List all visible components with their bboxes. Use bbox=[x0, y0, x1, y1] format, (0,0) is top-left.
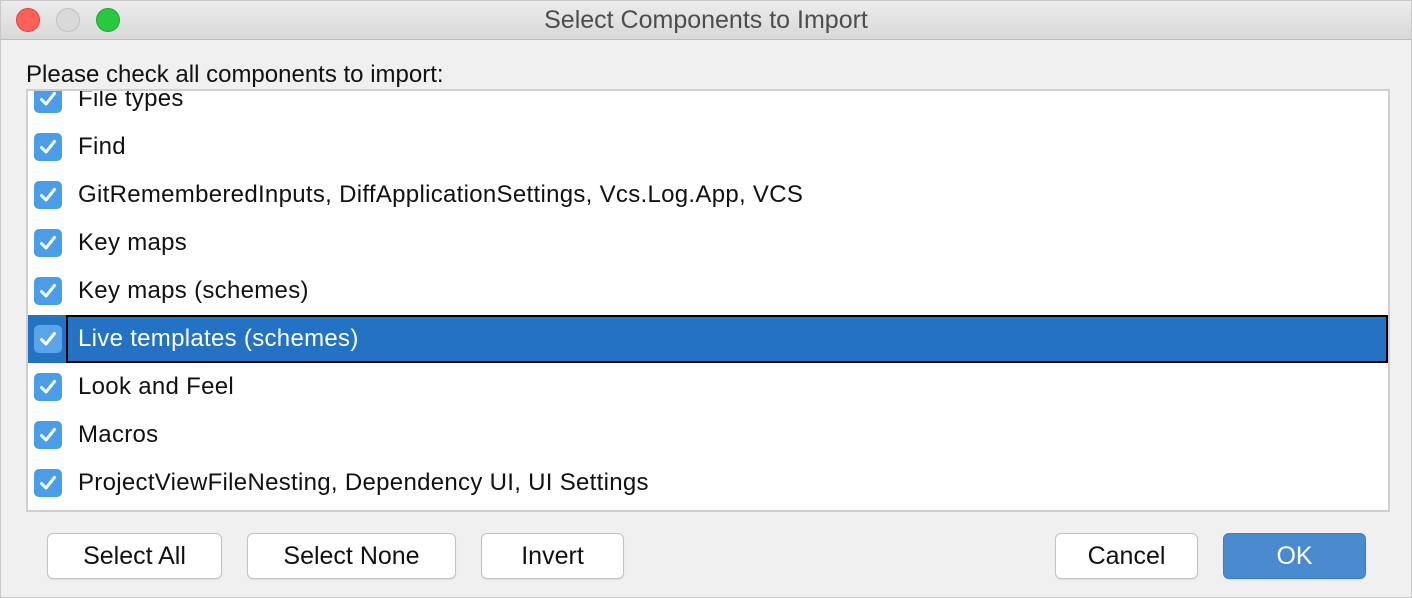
checkbox[interactable] bbox=[34, 373, 62, 401]
list-item-label-area: GitRememberedInputs, DiffApplicationSett… bbox=[66, 171, 1388, 219]
select-all-button[interactable]: Select All bbox=[47, 533, 222, 579]
list-item-label: Key maps bbox=[78, 229, 188, 256]
list-item[interactable]: ProjectViewFileNesting, Dependency UI, U… bbox=[28, 459, 1388, 507]
list-item-label-area: ProjectViewFileNesting, Dependency UI, U… bbox=[66, 459, 1388, 507]
list-item[interactable]: Live templates (schemes) bbox=[28, 315, 1388, 363]
list-item[interactable]: File types bbox=[28, 89, 1388, 123]
list-item-label: Key maps (schemes) bbox=[78, 277, 309, 304]
checkbox-cell bbox=[28, 267, 66, 315]
checkbox-cell bbox=[28, 411, 66, 459]
checkbox[interactable] bbox=[34, 469, 62, 497]
ok-button[interactable]: OK bbox=[1223, 533, 1366, 579]
checkbox-cell bbox=[28, 91, 66, 123]
list-item[interactable]: Find bbox=[28, 123, 1388, 171]
checkbox[interactable] bbox=[34, 325, 62, 353]
dialog-window: Select Components to Import Please check… bbox=[0, 0, 1412, 598]
list-item-label: Macros bbox=[78, 421, 159, 448]
window-title: Select Components to Import bbox=[544, 6, 868, 34]
checkmark-icon bbox=[40, 380, 56, 394]
checkbox-cell bbox=[28, 171, 66, 219]
checkmark-icon bbox=[40, 188, 56, 202]
checkbox[interactable] bbox=[34, 133, 62, 161]
checkbox-cell bbox=[28, 315, 66, 363]
checkmark-icon bbox=[40, 476, 56, 490]
checkmark-icon bbox=[40, 236, 56, 250]
checkmark-icon bbox=[40, 140, 56, 154]
list-item-label: GitRememberedInputs, DiffApplicationSett… bbox=[78, 181, 804, 208]
list-item[interactable]: Look and Feel bbox=[28, 363, 1388, 411]
list-item[interactable]: Key maps (schemes) bbox=[28, 267, 1388, 315]
list-item[interactable]: Macros bbox=[28, 411, 1388, 459]
list-item[interactable]: GitRememberedInputs, DiffApplicationSett… bbox=[28, 171, 1388, 219]
list-item-label-area: Live templates (schemes) bbox=[66, 315, 1388, 363]
checkmark-icon bbox=[40, 92, 56, 106]
checkbox-cell bbox=[28, 363, 66, 411]
list-item-label-area: Look and Feel bbox=[66, 363, 1388, 411]
list-item-label: Live templates (schemes) bbox=[78, 325, 359, 352]
list-item-label: Find bbox=[78, 133, 126, 160]
list-item-label: Look and Feel bbox=[78, 373, 235, 400]
checkmark-icon bbox=[40, 428, 56, 442]
list-item-label: File types bbox=[78, 89, 184, 112]
checkbox[interactable] bbox=[34, 229, 62, 257]
checkbox-cell bbox=[28, 123, 66, 171]
invert-button[interactable]: Invert bbox=[481, 533, 624, 579]
checkbox-cell bbox=[28, 459, 66, 507]
checkbox[interactable] bbox=[34, 421, 62, 449]
list-item-label: ProjectViewFileNesting, Dependency UI, U… bbox=[78, 469, 649, 496]
checkbox[interactable] bbox=[34, 277, 62, 305]
title-bar[interactable]: Select Components to Import bbox=[1, 1, 1411, 40]
checkbox[interactable] bbox=[34, 181, 62, 209]
list-item[interactable]: Key maps bbox=[28, 219, 1388, 267]
list-item-label-area: Macros bbox=[66, 411, 1388, 459]
instruction-label: Please check all components to import: bbox=[26, 61, 444, 88]
checkmark-icon bbox=[40, 332, 56, 346]
list-item-label-area: Key maps (schemes) bbox=[66, 267, 1388, 315]
checkmark-icon bbox=[40, 284, 56, 298]
components-list[interactable]: File types Find GitRememberedInputs, DiffA… bbox=[26, 89, 1390, 512]
list-item-label-area: Key maps bbox=[66, 219, 1388, 267]
cancel-button[interactable]: Cancel bbox=[1055, 533, 1198, 579]
checkbox-cell bbox=[28, 219, 66, 267]
select-none-button[interactable]: Select None bbox=[247, 533, 456, 579]
list-item-label-area: Find bbox=[66, 123, 1388, 171]
list-item-label-area: File types bbox=[66, 89, 1388, 123]
checkbox[interactable] bbox=[34, 91, 62, 113]
